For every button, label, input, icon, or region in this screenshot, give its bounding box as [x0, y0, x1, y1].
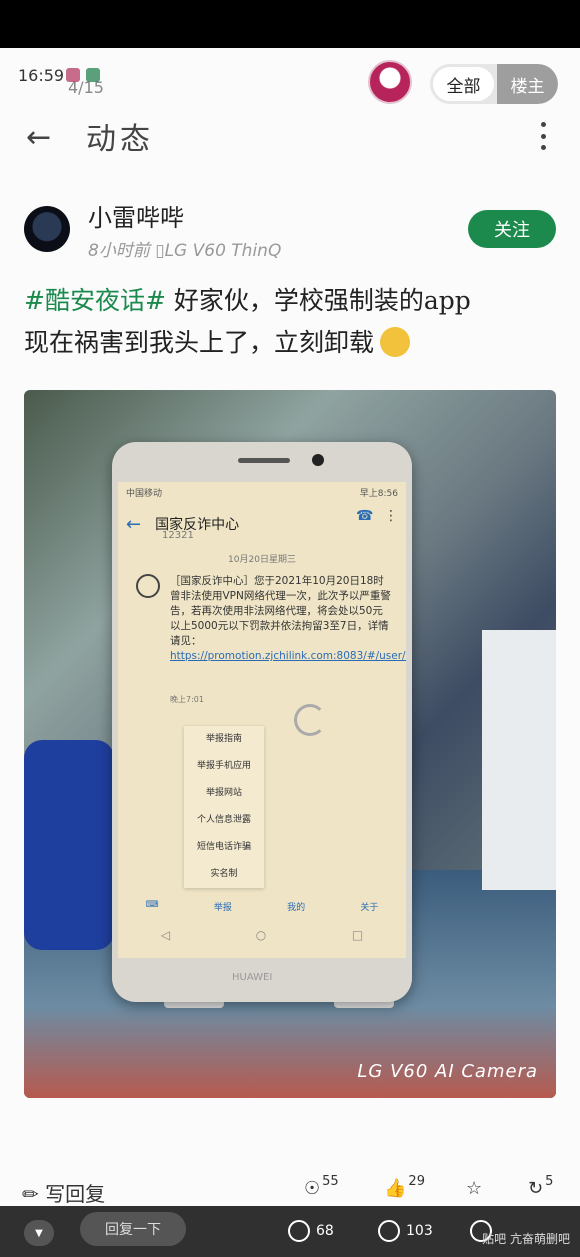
sms-bottom-menu: ⌨ 举报 我的 关于: [118, 900, 406, 922]
sms-menu-item: 个人信息泄露: [196, 815, 251, 825]
tieba-watermark: 贴吧 亢奋萌删吧: [482, 1232, 570, 1246]
favorite-button[interactable]: ☆: [466, 1178, 482, 1199]
post-text-line1: 好家伙，学校强制装的app: [165, 286, 471, 315]
more-options-icon[interactable]: [536, 122, 550, 150]
post-meta: 8小时前 ▯LG V60 ThinQ: [88, 241, 282, 261]
camera-watermark: LG V60 AI Camera: [357, 1061, 538, 1082]
sms-number: 12321: [162, 530, 194, 541]
author-avatar[interactable]: [24, 206, 70, 252]
nav-recent-icon: □: [351, 928, 364, 942]
filter-toggle: 全部 楼主: [430, 64, 558, 104]
sender-icon: [136, 574, 160, 598]
post-text-line2: 现在祸害到我头上了，立刻卸载: [24, 328, 375, 357]
post-image[interactable]: 中国移动 早上8:56 ← 国家反诈中心 12321 ☎ ⋮ 10月20日星期三…: [24, 390, 556, 1098]
phone-status-bar: 中国移动 早上8:56: [118, 482, 406, 504]
follow-button[interactable]: 关注: [468, 210, 556, 248]
sms-menu-item: 举报手机应用: [196, 761, 251, 771]
like-count: 29: [408, 1174, 425, 1189]
author-name[interactable]: 小雷哔哔: [88, 198, 184, 233]
sms-menu-item: 短信电话诈骗: [196, 842, 251, 852]
thumb-up-icon: 👍: [384, 1178, 407, 1199]
star-icon: ☆: [466, 1178, 483, 1199]
phone-nav-bar: ◁ ○ □: [118, 928, 406, 950]
comment-icon: ☉: [304, 1178, 321, 1199]
like-button[interactable]: 👍 29: [384, 1174, 425, 1199]
thumb-up-icon: [378, 1220, 400, 1242]
nav-back-icon: ◁: [160, 928, 171, 942]
sms-bottom-item: 关于: [360, 903, 379, 913]
avatar[interactable]: [368, 60, 412, 104]
chevron-down-icon[interactable]: ▼: [24, 1220, 54, 1246]
more-options-icon: ⋮: [384, 508, 398, 524]
share-count: 5: [545, 1174, 554, 1189]
overlay-like-count: 103: [406, 1223, 433, 1239]
filter-op-button[interactable]: 楼主: [497, 64, 558, 104]
sms-menu-item: 举报指南: [205, 734, 242, 744]
sms-date: 10月20日星期三: [228, 555, 296, 565]
sms-menu-item: 举报网站: [205, 788, 242, 798]
nav-home-icon: ○: [255, 928, 267, 942]
overlay-bar: ▼ 回复一下 68 103 贴吧 亢奋萌删吧: [0, 1206, 580, 1257]
comment-count: 55: [322, 1174, 339, 1189]
blue-object: [24, 740, 114, 950]
overlay-comment-count: 68: [316, 1223, 334, 1239]
sms-link: https://promotion.zjchilink.com:8083/#/u…: [170, 650, 406, 662]
sms-message-text: ［国家反诈中心］您于2021年10月20日18时曾非法使用VPN网络代理一次，此…: [170, 575, 391, 647]
keyboard-icon: ⌨: [145, 900, 159, 910]
sms-menu: 举报指南 举报手机应用 举报网站 个人信息泄露 短信电话诈骗 实名制: [184, 726, 264, 888]
phone-screen: 中国移动 早上8:56 ← 国家反诈中心 12321 ☎ ⋮ 10月20日星期三…: [118, 482, 406, 958]
carrier-label: 中国移动: [126, 489, 163, 499]
back-arrow-icon: ←: [126, 513, 142, 535]
sms-bottom-item: 举报: [213, 903, 232, 913]
page-title: 动态: [86, 122, 154, 157]
write-reply-label: 写回复: [45, 1182, 106, 1206]
pen-icon: ✏: [22, 1182, 39, 1206]
loading-spinner-icon: [294, 704, 326, 736]
sms-bottom-item: 我的: [287, 903, 306, 913]
sms-menu-item: 实名制: [210, 869, 238, 879]
page-counter: 4/15: [68, 78, 104, 97]
reply-input[interactable]: 回复一下: [80, 1212, 186, 1246]
sms-message: ［国家反诈中心］您于2021年10月20日18时曾非法使用VPN网络代理一次，此…: [170, 574, 406, 664]
write-reply-button[interactable]: ✏ 写回复: [22, 1178, 105, 1207]
phone-icon: ☎: [356, 508, 374, 524]
comment-button[interactable]: ☉ 55: [304, 1174, 339, 1199]
phone-speaker: [238, 458, 290, 463]
filter-all-button[interactable]: 全部: [433, 67, 494, 101]
overlay-comment-button[interactable]: 68: [288, 1220, 334, 1242]
back-arrow-icon[interactable]: ←: [26, 120, 51, 155]
share-button[interactable]: ↻ 5: [528, 1174, 553, 1199]
white-box: [482, 630, 556, 890]
phone-camera: [312, 454, 324, 466]
overlay-like-button[interactable]: 103: [378, 1220, 433, 1242]
share-icon: ↻: [528, 1178, 544, 1199]
comment-icon: [288, 1220, 310, 1242]
phone-clock: 早上8:56: [359, 489, 398, 499]
emoji-icon: [380, 327, 411, 357]
status-time: 16:59: [18, 66, 65, 85]
topic-tag[interactable]: #酷安夜话#: [24, 286, 166, 315]
phone-brand: HUAWEI: [232, 972, 273, 983]
phone-device: 中国移动 早上8:56 ← 国家反诈中心 12321 ☎ ⋮ 10月20日星期三…: [112, 442, 412, 1002]
sms-time: 晚上7:01: [170, 695, 204, 704]
post-text: #酷安夜话# 好家伙，学校强制装的app 现在祸害到我头上了，立刻卸载: [24, 280, 554, 364]
app-screen: 16:59 4/15 全部 楼主 ← 动态 小雷哔哔 8小时前 ▯LG V60 …: [0, 48, 580, 1257]
